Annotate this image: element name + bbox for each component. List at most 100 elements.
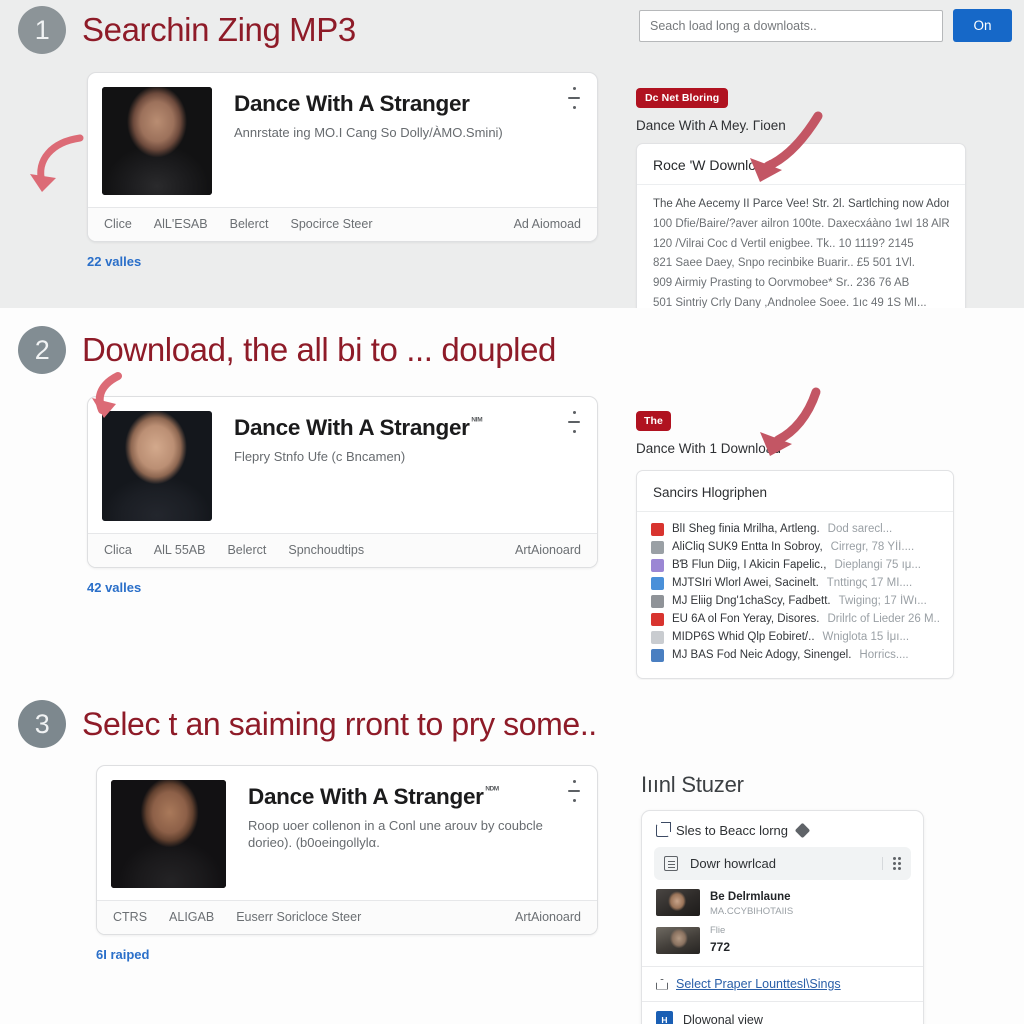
status-badge-1: Dc Net Bloring — [636, 88, 729, 108]
result-thumbnail-3 — [111, 780, 226, 888]
list-item-meta: Tnttingς 17 MI.... — [826, 577, 913, 589]
image-file-icon — [651, 540, 664, 554]
more-vertical-icon[interactable] — [567, 411, 581, 433]
footer-chip[interactable]: AlL'ΕSAB — [154, 217, 208, 231]
list-item[interactable]: BƁ Flun Diig, I Akicin Fapelic., Dieplan… — [651, 556, 939, 574]
panel-line: The Ahe Aecemy II Parce Vee! Str. 2l. Sa… — [653, 198, 949, 210]
panel-3-bottom-label: Dlowonal view — [683, 1012, 763, 1024]
list-item-label: MJTЅIri Wlorl Awei, Sacinelt. — [672, 577, 819, 589]
search-submit-button[interactable]: On — [953, 9, 1012, 42]
result-card-3[interactable]: Dance With A Stranger ᴺᴰᴹ Roop uoer coll… — [96, 765, 598, 935]
info-panel-1: Roce 'W Download The Ahe Aecemy II Parce… — [636, 143, 966, 329]
panel-line: 909 Airmiy Prasting to Oorvmobee* Sr.. 2… — [653, 277, 910, 290]
step-number-1: 1 — [18, 6, 66, 54]
panel-line: 821 Saee Daey, Snpo recinbike Buarir.. £… — [653, 257, 915, 270]
step-2-header: 2 Download, the all bi to ... doupled — [0, 308, 1024, 374]
footer-right-label[interactable]: ArtAionoard — [515, 910, 581, 924]
search-input[interactable] — [639, 9, 943, 42]
presentation-file-icon — [651, 576, 664, 590]
panel-3-link[interactable]: Select Praper Lounttesl\Sings — [676, 977, 841, 991]
result-card-1-wrap: Dance With A Stranger Annrstate ing MO.I… — [87, 72, 598, 269]
more-vertical-icon[interactable] — [567, 87, 581, 109]
track-subtitle: MA.CCYBIHOTAIIЅ — [710, 906, 794, 917]
result-card-2-subtitle: Flepry Stnfo Ufe (c Bncamen) — [234, 448, 406, 464]
votes-link-1[interactable]: 22 valles — [87, 254, 598, 269]
footer-chip[interactable]: Euserr Soricloce Steer — [236, 910, 361, 924]
track-row[interactable]: Be Delrmlaune MA.CCYBIHOTAIIЅ — [642, 880, 923, 917]
list-item-label: AliCliq SUK9 Entta In Sobroy, — [672, 541, 823, 553]
info-panel-2-wrap: The Dance With 1 Download Sancirs Hlogri… — [636, 411, 954, 679]
diamond-icon — [794, 822, 811, 839]
result-card-2[interactable]: Dance With A Stranger ᴺᴵᴹ Flepry Stnfo U… — [87, 396, 598, 568]
pointer-arrow-left-1 — [30, 134, 84, 192]
step-title-2: Download, the all bi to ... doupled — [82, 331, 556, 368]
panel-line: 100 Dfie/Baire/?aver ailron 100te. Daxec… — [653, 217, 949, 230]
result-thumbnail-1 — [102, 87, 212, 195]
download-label: Dowr howrlcad — [690, 856, 776, 871]
list-item-label: MIDP6S Whid Qlp Eobiret/.. — [672, 631, 815, 643]
list-item-label: MJ BAS Fod Neic Adogy, Sinengel. — [672, 649, 852, 661]
footer-chip[interactable]: Clice — [104, 217, 132, 231]
footer-right-label[interactable]: Ad Aiomoad — [514, 217, 581, 231]
footer-chip[interactable]: Belerct — [227, 543, 266, 557]
result-card-1[interactable]: Dance With A Stranger Annrstate ing MO.I… — [87, 72, 598, 242]
info-panel-3-wrap: Iıınl Stuzer Sles to Beacc lorng Dowr ho… — [641, 772, 941, 1024]
footer-right-label[interactable]: ArtAionoard — [515, 543, 581, 557]
panel-3-bottom-row[interactable]: H Dlowonal view — [642, 1001, 923, 1024]
step-title-1: Searchin Zing MP3 — [82, 11, 356, 48]
footer-chip[interactable]: ALIGAB — [169, 910, 214, 924]
status-badge-2: The — [636, 411, 671, 431]
grid-dots-icon[interactable] — [882, 857, 901, 870]
result-title-text-2: Dance With A Stranger — [234, 415, 470, 440]
track-thumbnail — [656, 926, 700, 954]
list-item[interactable]: BlI Sheg finia Mrilha, Artleng. Dod sare… — [651, 520, 939, 538]
footer-chip[interactable]: AlL 55AB — [154, 543, 206, 557]
panel-3-top-label: Sles to Beacc lorng — [676, 823, 789, 838]
list-item[interactable]: EU 6A ol Fon Yeray, Disores. Drilrlc of … — [651, 610, 939, 628]
result-card-3-body: Dance With A Stranger ᴺᴰᴹ Roop uoer coll… — [97, 766, 597, 900]
votes-link-3[interactable]: 6I raiped — [96, 947, 598, 962]
result-card-1-subtitle: Annrstate ing MO.I Cang So Dolly/ÀΜO.Smi… — [234, 124, 503, 140]
list-item[interactable]: MIDP6S Whid Qlp Eobiret/.. Wniglota 15 İ… — [651, 628, 939, 646]
footer-chip[interactable]: CTRS — [113, 910, 147, 924]
result-card-3-subtitle: Roop uoer collenon in a Conl une arouv b… — [248, 817, 543, 851]
result-card-1-footer: Clice AlL'ΕSAB Belerct Spocirce Steer Ad… — [88, 207, 597, 241]
result-card-2-body: Dance With A Stranger ᴺᴵᴹ Flepry Stnfo U… — [88, 397, 597, 533]
list-item[interactable]: MJTЅIri Wlorl Awei, Sacinelt. Tnttingς 1… — [651, 574, 939, 592]
track-name: Be Delrmlaune — [710, 891, 791, 903]
result-card-1-title: Dance With A Stranger — [234, 91, 581, 117]
votes-link-2[interactable]: 42 valles — [87, 580, 598, 595]
list-item-meta: Dieplangi 75 ıμ... — [834, 559, 921, 571]
more-vertical-icon[interactable] — [567, 780, 581, 802]
result-card-3-title: Dance With A Stranger ᴺᴰᴹ — [248, 784, 581, 810]
panel-line: 120 /Vilrai Coc d Vertil enigbee. Tk.. 1… — [653, 237, 914, 250]
info-panel-1-caption: Dance With A Mey. Γioen — [636, 118, 786, 133]
result-card-3-wrap: Dance With A Stranger ᴺᴰᴹ Roop uoer coll… — [96, 765, 598, 962]
track-row[interactable]: Flie 772 — [642, 917, 923, 956]
result-card-3-footer: CTRS ALIGAB Euserr Soricloce Steer ArtAi… — [97, 900, 597, 934]
list-item[interactable]: MJ BAS Fod Neic Adogy, Sinengel. Horrics… — [651, 646, 939, 664]
info-panel-3-title: Iıınl Stuzer — [641, 772, 744, 797]
result-card-2-footer: Clica AlL 55AB Belerct Spnchoudtips ArtA… — [88, 533, 597, 567]
footer-chip[interactable]: Clica — [104, 543, 132, 557]
list-item-meta: Drilrlc of Lieder 26 M.... — [827, 613, 939, 625]
list-item[interactable]: AliCliq SUK9 Entta In Sobroy, Cirregr, 7… — [651, 538, 939, 556]
list-item-meta: Twiging; 17 İWı... — [838, 595, 927, 607]
panel-3-top-row[interactable]: Sles to Beacc lorng — [642, 811, 923, 847]
footer-chip[interactable]: Belerct — [230, 217, 269, 231]
section-3: 3 Selec t an saiming rront to pry some..… — [0, 680, 1024, 1024]
media-file-icon — [651, 558, 664, 572]
home-icon — [656, 979, 668, 990]
download-row[interactable]: Dowr howrlcad — [654, 847, 911, 880]
footer-chip[interactable]: Spocirce Steer — [291, 217, 373, 231]
section-1: 1 Searchin Zing MP3 On Dance With A Stra… — [0, 0, 1024, 351]
info-panel-2-head: Sancirs Hlogriphen — [637, 471, 953, 512]
list-item[interactable]: MJ Eliig Dng'1chaScy, Fadbett. Twiging; … — [651, 592, 939, 610]
doc-file-icon — [651, 594, 664, 608]
info-panel-1-lines: The Ahe Aecemy II Parce Vee! Str. 2l. Sa… — [637, 185, 965, 328]
footer-chip[interactable]: Spnchoudtips — [288, 543, 364, 557]
panel-3-link-row[interactable]: Select Praper Lounttesl\Sings — [642, 966, 923, 1001]
list-item-label: BƁ Flun Diig, I Akicin Fapelic., — [672, 559, 827, 571]
track-label: Flie — [710, 925, 726, 936]
result-card-1-text: Dance With A Stranger Annrstate ing MO.I… — [234, 87, 581, 195]
